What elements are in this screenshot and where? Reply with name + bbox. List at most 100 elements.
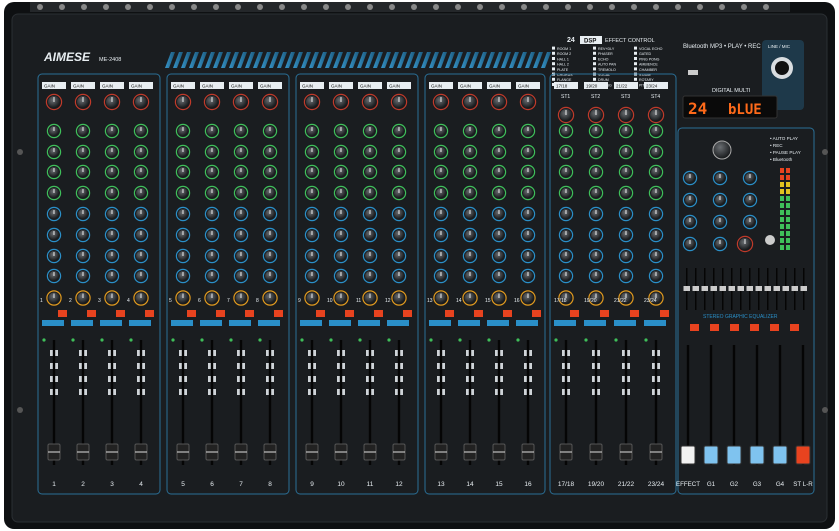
- rear-jack: [235, 4, 241, 10]
- geq-slider[interactable]: [764, 286, 772, 291]
- geq-slider[interactable]: [710, 286, 718, 291]
- rear-jack: [763, 4, 769, 10]
- bus-assign-bar: [329, 320, 351, 326]
- rear-jack: [367, 4, 373, 10]
- channel-index: 6: [198, 298, 201, 304]
- geq-slider[interactable]: [728, 286, 736, 291]
- mute-button[interactable]: [600, 310, 609, 317]
- gain-label: GAIN: [202, 84, 213, 89]
- master-fader-cap[interactable]: [703, 445, 719, 465]
- master-fader-cap[interactable]: [749, 445, 765, 465]
- signal-led: [358, 338, 362, 342]
- signal-led: [584, 338, 588, 342]
- level-meter-led: [786, 189, 790, 194]
- master-button[interactable]: [790, 324, 799, 331]
- master-fader-cap[interactable]: [726, 445, 742, 465]
- effect-preset: CHAMBER: [639, 68, 657, 72]
- signal-led: [387, 338, 391, 342]
- master-fader-label: EFFECT: [676, 481, 700, 488]
- rear-jack: [169, 4, 175, 10]
- master-button[interactable]: [690, 324, 699, 331]
- mute-button[interactable]: [445, 310, 454, 317]
- mute-button[interactable]: [245, 310, 254, 317]
- signal-led: [429, 338, 433, 342]
- channel-bottom-label: 1: [52, 481, 56, 488]
- bus-assign-bar: [71, 320, 93, 326]
- geq-slider[interactable]: [737, 286, 745, 291]
- mute-button[interactable]: [274, 310, 283, 317]
- screw: [822, 407, 828, 413]
- rear-jack: [477, 4, 483, 10]
- geq-slider[interactable]: [746, 286, 754, 291]
- mute-button[interactable]: [503, 310, 512, 317]
- signal-led: [129, 338, 133, 342]
- preset-checkbox: [552, 51, 555, 55]
- geq-slider[interactable]: [782, 286, 790, 291]
- media-header: Bluetooth MP3 • PLAY • REC: [683, 44, 761, 50]
- geq-slider[interactable]: [755, 286, 763, 291]
- mute-button[interactable]: [660, 310, 669, 317]
- bus-assign-bar: [100, 320, 122, 326]
- level-meter-led: [786, 196, 790, 201]
- rear-jack: [433, 4, 439, 10]
- media-mode-knob[interactable]: [712, 140, 732, 160]
- mute-button[interactable]: [216, 310, 225, 317]
- preset-checkbox: [593, 51, 596, 55]
- rear-jack: [697, 4, 703, 10]
- mute-button[interactable]: [145, 310, 154, 317]
- signal-led: [644, 338, 648, 342]
- mute-button[interactable]: [532, 310, 541, 317]
- master-fader-cap[interactable]: [680, 445, 696, 465]
- channel-index: 7: [227, 298, 230, 304]
- bus-assign-bar: [387, 320, 409, 326]
- bus-assign-bar: [358, 320, 380, 326]
- usb-port[interactable]: [688, 70, 698, 75]
- geq-slider[interactable]: [692, 286, 700, 291]
- geq-slider[interactable]: [773, 286, 781, 291]
- mute-button[interactable]: [87, 310, 96, 317]
- channel-index: 2: [69, 298, 72, 304]
- preset-checkbox: [552, 57, 555, 60]
- level-meter-led: [786, 224, 790, 229]
- master-button[interactable]: [730, 324, 739, 331]
- mute-button[interactable]: [374, 310, 383, 317]
- signal-led: [229, 338, 233, 342]
- mute-button[interactable]: [630, 310, 639, 317]
- mute-button[interactable]: [316, 310, 325, 317]
- mute-button[interactable]: [345, 310, 354, 317]
- geq-slider[interactable]: [719, 286, 727, 291]
- channel-bottom-label: 9: [310, 481, 314, 488]
- rear-jack: [59, 4, 65, 10]
- media-option: • AUTO PLAY: [770, 136, 798, 141]
- mute-button[interactable]: [474, 310, 483, 317]
- phones-jack[interactable]: [765, 235, 775, 245]
- geq-slider[interactable]: [701, 286, 709, 291]
- mute-button[interactable]: [116, 310, 125, 317]
- mute-button[interactable]: [187, 310, 196, 317]
- mute-button[interactable]: [570, 310, 579, 317]
- preset-checkbox: [593, 46, 596, 50]
- rear-jack: [103, 4, 109, 10]
- geq-slider[interactable]: [800, 286, 808, 291]
- display-text: bLUE: [728, 102, 762, 118]
- rear-jack: [543, 4, 549, 10]
- bus-assign-bar: [644, 320, 666, 326]
- media-option: • PAUSE PLAY: [770, 150, 801, 155]
- master-button[interactable]: [710, 324, 719, 331]
- master-fader-cap[interactable]: [795, 445, 811, 465]
- gain-label: GAIN: [173, 84, 184, 89]
- mute-button[interactable]: [403, 310, 412, 317]
- mute-button[interactable]: [58, 310, 67, 317]
- geq-slider[interactable]: [791, 286, 799, 291]
- bus-assign-bar: [300, 320, 322, 326]
- master-fader-cap[interactable]: [772, 445, 788, 465]
- master-button[interactable]: [750, 324, 759, 331]
- channel-number: 23/24: [644, 298, 657, 304]
- geq-slider[interactable]: [683, 286, 691, 291]
- bus-assign-bar: [129, 320, 151, 326]
- master-button[interactable]: [770, 324, 779, 331]
- gain-label: GAIN: [260, 84, 271, 89]
- preset-checkbox: [552, 46, 555, 50]
- rear-jack: [147, 4, 153, 10]
- gain-label: GAIN: [360, 84, 371, 89]
